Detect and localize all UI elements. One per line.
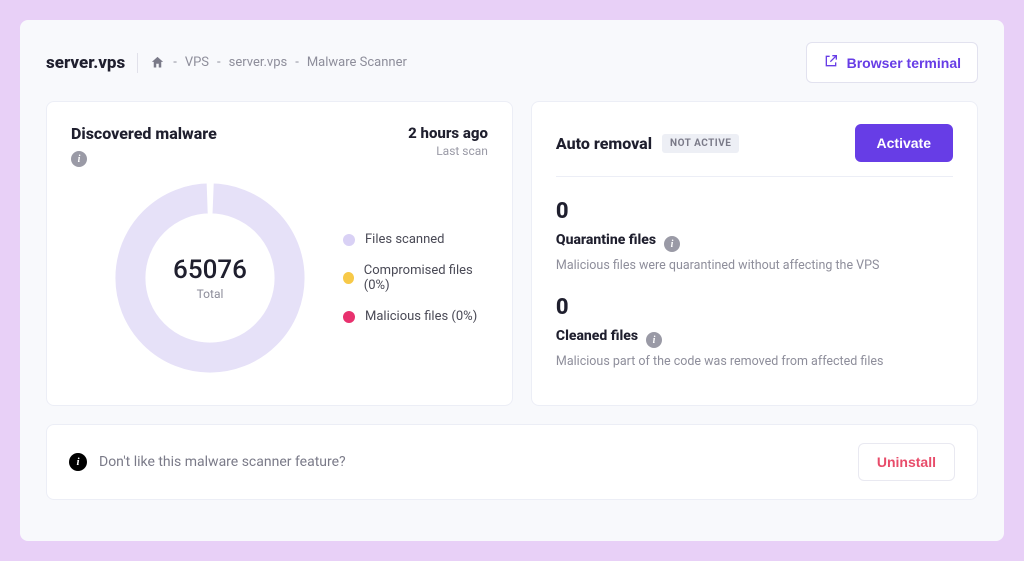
breadcrumb-sep: - (173, 55, 177, 70)
home-icon[interactable] (150, 55, 165, 70)
page-title: server.vps (46, 53, 125, 73)
breadcrumb-sep: - (295, 55, 299, 70)
page: server.vps - VPS - server.vps - Malware … (20, 20, 1004, 541)
cleaned-desc: Malicious part of the code was removed f… (556, 354, 953, 369)
discovered-title: Discovered malware (71, 124, 217, 143)
cards-row: Discovered malware i 2 hours ago Last sc… (46, 101, 978, 406)
info-icon: i (69, 453, 87, 471)
breadcrumb-vps[interactable]: VPS (185, 55, 209, 70)
legend-compromised-label: Compromised files (0%) (364, 263, 488, 293)
quarantine-title: Quarantine files (556, 232, 656, 248)
legend-malicious: Malicious files (0%) (343, 309, 488, 324)
quarantine-count: 0 (556, 199, 953, 224)
header: server.vps - VPS - server.vps - Malware … (46, 42, 978, 83)
browser-terminal-label: Browser terminal (847, 55, 961, 71)
uninstall-button[interactable]: Uninstall (858, 443, 955, 481)
footer-left: i Don't like this malware scanner featur… (69, 453, 346, 471)
breadcrumb-malware: Malware Scanner (307, 55, 407, 70)
legend-scanned: Files scanned (343, 232, 488, 247)
auto-removal-card: Auto removal NOT ACTIVE Activate 0 Quara… (531, 101, 978, 406)
divider (137, 53, 138, 73)
cleaned-count: 0 (556, 295, 953, 320)
chart-row: 65076 Total Files scanned Compromised fi… (71, 173, 488, 383)
quarantine-block: 0 Quarantine files i Malicious files wer… (556, 199, 953, 273)
donut-center: 65076 Total (105, 173, 315, 383)
discovered-header: Discovered malware i 2 hours ago Last sc… (71, 124, 488, 167)
info-icon[interactable]: i (664, 236, 680, 252)
external-link-icon (823, 53, 839, 72)
last-scan-time: 2 hours ago (408, 124, 488, 142)
legend-dot-scanned (343, 234, 355, 246)
footer-text: Don't like this malware scanner feature? (99, 454, 346, 470)
quarantine-desc: Malicious files were quarantined without… (556, 258, 953, 273)
status-badge: NOT ACTIVE (662, 134, 739, 153)
browser-terminal-button[interactable]: Browser terminal (806, 42, 978, 83)
legend-malicious-label: Malicious files (0%) (365, 309, 477, 324)
donut-total-label: Total (197, 287, 224, 301)
discovered-card: Discovered malware i 2 hours ago Last sc… (46, 101, 513, 406)
cleaned-block: 0 Cleaned files i Malicious part of the … (556, 295, 953, 369)
auto-removal-header: Auto removal NOT ACTIVE Activate (556, 124, 953, 177)
donut-chart: 65076 Total (105, 173, 315, 383)
last-scan-label: Last scan (408, 144, 488, 158)
legend-scanned-label: Files scanned (365, 232, 445, 247)
legend-dot-malicious (343, 311, 355, 323)
auto-removal-title: Auto removal (556, 134, 652, 153)
cleaned-title: Cleaned files (556, 328, 638, 344)
legend: Files scanned Compromised files (0%) Mal… (343, 232, 488, 324)
breadcrumb: - VPS - server.vps - Malware Scanner (150, 55, 407, 70)
info-icon[interactable]: i (646, 332, 662, 348)
breadcrumb-sep: - (217, 55, 221, 70)
header-left: server.vps - VPS - server.vps - Malware … (46, 53, 407, 73)
auto-removal-left: Auto removal NOT ACTIVE (556, 134, 739, 153)
breadcrumb-server[interactable]: server.vps (229, 55, 288, 70)
last-scan: 2 hours ago Last scan (408, 124, 488, 158)
info-icon[interactable]: i (71, 151, 87, 167)
legend-compromised: Compromised files (0%) (343, 263, 488, 293)
donut-total-value: 65076 (173, 255, 247, 285)
legend-dot-compromised (343, 272, 354, 284)
footer-card: i Don't like this malware scanner featur… (46, 424, 978, 500)
activate-button[interactable]: Activate (855, 124, 953, 162)
